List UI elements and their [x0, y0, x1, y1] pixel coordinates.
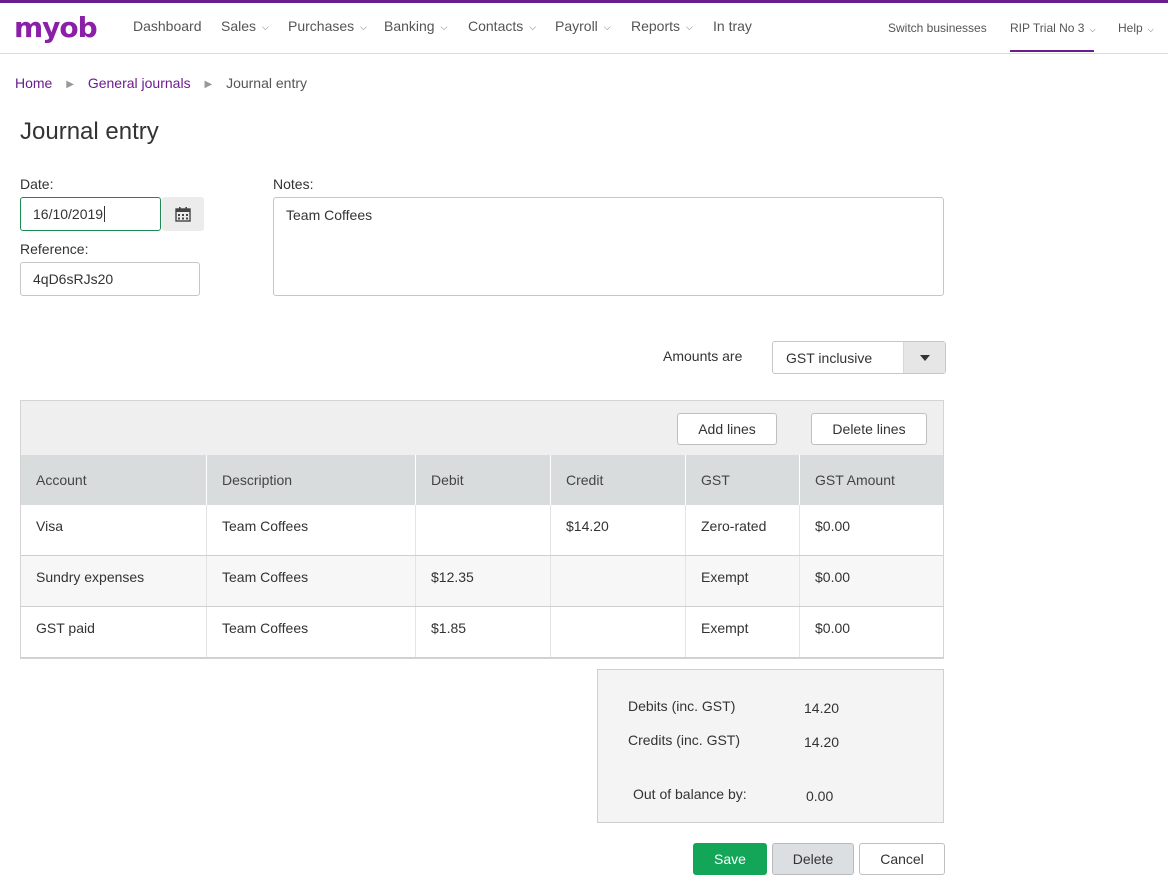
credits-value: 14.20: [804, 734, 840, 750]
chevron-down-icon: ⌵: [529, 22, 537, 32]
delete-lines-button[interactable]: Delete lines: [811, 413, 927, 445]
cell-gst[interactable]: Exempt: [686, 607, 800, 657]
breadcrumb-general-journals[interactable]: General journals: [88, 75, 191, 91]
nav-label: In tray: [713, 18, 752, 34]
cell-description[interactable]: Team Coffees: [207, 607, 416, 657]
page-title: Journal entry: [20, 118, 159, 145]
amounts-are-label: Amounts are: [663, 348, 743, 364]
amounts-are-value: GST inclusive: [786, 350, 873, 366]
nav-label: Reports: [631, 18, 681, 34]
nav-dashboard[interactable]: Dashboard: [133, 18, 202, 34]
nav-label: Sales: [221, 18, 257, 34]
chevron-down-icon: ⌵: [440, 22, 448, 32]
myob-logo[interactable]: myob: [14, 11, 98, 44]
cancel-button[interactable]: Cancel: [859, 843, 945, 875]
nav-in-tray[interactable]: In tray: [713, 18, 752, 34]
text-cursor: [104, 206, 106, 222]
cell-description[interactable]: Team Coffees: [207, 505, 416, 555]
table-toolbar: Add lines Delete lines: [21, 401, 943, 455]
breadcrumb-home[interactable]: Home: [15, 75, 52, 91]
cell-debit[interactable]: [416, 505, 551, 555]
notes-label: Notes:: [273, 176, 314, 192]
breadcrumb-current: Journal entry: [226, 75, 307, 91]
business-menu[interactable]: RIP Trial No 3 ⌵: [1010, 21, 1096, 35]
column-header-credit[interactable]: Credit: [551, 455, 686, 505]
chevron-down-icon: ⌵: [360, 22, 367, 32]
nav-label: Payroll: [555, 18, 598, 34]
chevron-down-icon: ⌵: [1089, 25, 1096, 34]
switch-businesses-link[interactable]: Switch businesses: [888, 21, 987, 35]
cell-gst-amount[interactable]: $0.00: [800, 556, 943, 606]
journal-lines-table: Add lines Delete lines Account Descripti…: [20, 400, 944, 659]
nav-purchases[interactable]: Purchases ⌵: [288, 18, 367, 34]
nav-sales[interactable]: Sales ⌵: [221, 18, 269, 34]
cell-account[interactable]: Visa: [21, 505, 207, 555]
nav-payroll[interactable]: Payroll ⌵: [555, 18, 611, 34]
nav-label: Dashboard: [133, 18, 202, 34]
chevron-down-icon: ⌵: [686, 22, 693, 32]
breadcrumb-separator-icon: ▶: [66, 79, 74, 90]
nav-label: Contacts: [468, 18, 524, 34]
delete-button[interactable]: Delete: [772, 843, 854, 875]
save-button[interactable]: Save: [693, 843, 767, 875]
cell-credit[interactable]: $14.20: [551, 505, 686, 555]
cell-credit[interactable]: [551, 556, 686, 606]
active-business-underline: [1010, 50, 1094, 52]
calendar-button[interactable]: [162, 197, 204, 231]
reference-label: Reference:: [20, 241, 89, 257]
dropdown-arrow-icon: [903, 342, 945, 373]
reference-value: 4qD6sRJs20: [33, 271, 114, 287]
cell-description[interactable]: Team Coffees: [207, 556, 416, 606]
cell-debit[interactable]: $12.35: [416, 556, 551, 606]
table-row[interactable]: Visa Team Coffees $14.20 Zero-rated $0.0…: [21, 505, 943, 556]
amounts-are-select[interactable]: GST inclusive: [772, 341, 946, 374]
notes-value: Team Coffees: [286, 207, 373, 223]
cell-gst[interactable]: Exempt: [686, 556, 800, 606]
cell-gst[interactable]: Zero-rated: [686, 505, 800, 555]
chevron-down-icon: ⌵: [603, 22, 611, 32]
nav-banking[interactable]: Banking ⌵: [384, 18, 447, 34]
column-header-gst[interactable]: GST: [686, 455, 800, 505]
cell-gst-amount[interactable]: $0.00: [800, 505, 943, 555]
cell-account[interactable]: GST paid: [21, 607, 207, 657]
out-of-balance-value: 0.00: [806, 788, 834, 804]
table-header: Account Description Debit Credit GST GST…: [21, 455, 943, 505]
nav-contacts[interactable]: Contacts ⌵: [468, 18, 536, 34]
cell-credit[interactable]: [551, 607, 686, 657]
cell-gst-amount[interactable]: $0.00: [800, 607, 943, 657]
date-input[interactable]: 16/10/2019: [20, 197, 161, 231]
add-lines-button[interactable]: Add lines: [677, 413, 777, 445]
top-navigation: myob Dashboard Sales ⌵ Purchases ⌵ Banking…: [0, 3, 1168, 54]
help-label: Help: [1118, 21, 1143, 35]
column-header-account[interactable]: Account: [21, 455, 207, 505]
nav-label: Banking: [384, 18, 435, 34]
column-header-description[interactable]: Description: [207, 455, 416, 505]
column-header-debit[interactable]: Debit: [416, 455, 551, 505]
help-menu[interactable]: Help ⌵: [1118, 21, 1154, 35]
calendar-icon: [175, 207, 191, 222]
chevron-down-icon: ⌵: [262, 22, 269, 32]
column-header-gst-amount[interactable]: GST Amount: [800, 455, 943, 505]
debits-value: 14.20: [804, 700, 840, 716]
debits-label: Debits (inc. GST): [628, 698, 736, 714]
cell-debit[interactable]: $1.85: [416, 607, 551, 657]
nav-label: Purchases: [288, 18, 355, 34]
business-name: RIP Trial No 3: [1010, 21, 1085, 35]
out-of-balance-label: Out of balance by:: [633, 786, 747, 802]
notes-textarea[interactable]: Team Coffees: [273, 197, 944, 296]
credits-label: Credits (inc. GST): [628, 732, 741, 748]
date-value: 16/10/2019: [33, 206, 104, 222]
reference-input[interactable]: 4qD6sRJs20: [20, 262, 200, 296]
chevron-down-icon: ⌵: [1147, 25, 1154, 34]
date-label: Date:: [20, 176, 54, 192]
table-row[interactable]: Sundry expenses Team Coffees $12.35 Exem…: [21, 556, 943, 607]
cell-account[interactable]: Sundry expenses: [21, 556, 207, 606]
nav-reports[interactable]: Reports ⌵: [631, 18, 693, 34]
table-row[interactable]: GST paid Team Coffees $1.85 Exempt $0.00: [21, 607, 943, 658]
breadcrumb: Home ▶ General journals ▶ Journal entry: [15, 75, 307, 91]
totals-summary: Debits (inc. GST) 14.20 Credits (inc. GS…: [597, 669, 944, 823]
breadcrumb-separator-icon: ▶: [204, 79, 213, 90]
